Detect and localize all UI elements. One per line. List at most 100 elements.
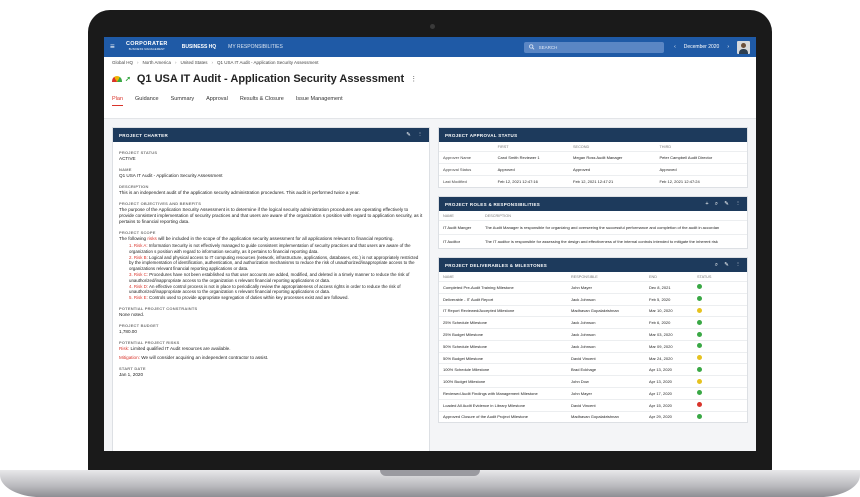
camera-icon bbox=[430, 24, 435, 29]
status-indicator-icon bbox=[697, 378, 702, 384]
table-row[interactable]: IT Report Reviewed/Accepted Milestone Mad… bbox=[439, 304, 747, 317]
tab-bar: Plan Guidance Summary Approval Results &… bbox=[112, 96, 748, 106]
milestone-name: 50% Schedule Milestone bbox=[439, 339, 567, 353]
milestone-name: Approved Closure of the Audit Project Mi… bbox=[439, 410, 567, 423]
potential-risk: Risk: Limited qualified IT Audit resourc… bbox=[119, 345, 231, 351]
logo[interactable]: CORPORATER BUSINESS MANAGEMENT bbox=[126, 41, 168, 52]
table-row[interactable]: 100% Schedule Milestone Brad Eckhage Apr 1… bbox=[439, 363, 747, 376]
edit-icon[interactable]: ✎ bbox=[406, 132, 411, 138]
edit-icon[interactable]: ✎ bbox=[724, 262, 729, 269]
tab-approval[interactable]: Approval bbox=[206, 96, 228, 106]
card-header: PROJECT ROLES & RESPONSIBILITIES + ⌕ ✎ ⋮ bbox=[439, 197, 747, 211]
hamburger-menu-icon[interactable]: ≡ bbox=[110, 43, 118, 51]
risk-list: 1. Risk A: Information Security is not e… bbox=[119, 243, 423, 301]
tab-guidance[interactable]: Guidance bbox=[135, 96, 159, 106]
page-title: Q1 USA IT Audit - Application Security A… bbox=[136, 73, 405, 85]
search-icon bbox=[529, 44, 535, 50]
roles-responsibilities-card: PROJECT ROLES & RESPONSIBILITIES + ⌕ ✎ ⋮ NA… bbox=[438, 196, 748, 249]
end-date: Apr 15, 2020 bbox=[645, 398, 693, 412]
status-indicator-icon bbox=[697, 331, 702, 337]
risk-link[interactable]: Risk C: bbox=[134, 272, 148, 277]
more-options-icon[interactable]: ⋮ bbox=[410, 75, 417, 83]
tab-issue-management[interactable]: Issue Management bbox=[296, 96, 343, 106]
tab-results-closure[interactable]: Results & Closure bbox=[240, 96, 284, 106]
card-header: PROJECT CHARTER ✎ ⋮ bbox=[113, 128, 429, 142]
nav-business-hq[interactable]: BUSINESS HQ bbox=[182, 44, 216, 50]
end-date: Mar 03, 2020 bbox=[645, 328, 693, 341]
project-objectives: The purpose of the Application Security … bbox=[119, 207, 423, 224]
search-icon[interactable]: ⌕ bbox=[715, 201, 718, 208]
project-scope: The following risks will be included in … bbox=[119, 236, 394, 241]
period-label[interactable]: December 2020 bbox=[684, 44, 720, 50]
next-period-button[interactable]: › bbox=[727, 44, 729, 50]
end-date: Feb 5, 2020 bbox=[645, 292, 693, 306]
table-row[interactable]: Deliverable - IT Audit Report Jack Johnso… bbox=[439, 292, 747, 306]
table-row[interactable]: Approved Closure of the Audit Project Mi… bbox=[439, 410, 747, 423]
table-row[interactable]: Loaded All Audit Evidence in Library Mil… bbox=[439, 398, 747, 412]
table-row[interactable]: IT Audit Manger The Audit Manager is resp… bbox=[439, 220, 747, 235]
more-options-icon[interactable]: ⋮ bbox=[417, 132, 423, 138]
breadcrumb-north-america[interactable]: North America bbox=[143, 60, 172, 65]
column-header bbox=[439, 142, 494, 152]
list-item: 2. Risk B: Logical and physical access t… bbox=[129, 254, 419, 272]
trend-up-icon: ➚ bbox=[125, 76, 131, 83]
breadcrumb-global-hq[interactable]: Global HQ bbox=[112, 60, 133, 65]
end-date: Apr 17, 2020 bbox=[645, 387, 693, 400]
tab-plan[interactable]: Plan bbox=[112, 96, 124, 106]
column-header: STATUS bbox=[697, 275, 712, 279]
app-screen: ≡ CORPORATER BUSINESS MANAGEMENT BUSINESS… bbox=[104, 37, 756, 451]
milestone-name: Completed Pre-Audit Training Milestone bbox=[439, 281, 567, 294]
field-label: START DATE bbox=[119, 365, 146, 371]
table-row[interactable]: Reviewed Audit Findings with Management … bbox=[439, 387, 747, 400]
column-header: THIRD bbox=[659, 145, 672, 149]
search-input[interactable] bbox=[538, 44, 660, 50]
risk-link[interactable]: Risk E: bbox=[134, 295, 148, 300]
responsible-person: John Mayer bbox=[567, 281, 645, 294]
gauge-icon bbox=[112, 76, 122, 82]
risk-link[interactable]: Risk D: bbox=[134, 284, 148, 289]
list-item: 1. Risk A: Information Security is not e… bbox=[129, 243, 411, 254]
status-indicator-icon bbox=[697, 355, 702, 361]
card-title: PROJECT CHARTER bbox=[119, 132, 169, 138]
search-icon[interactable]: ⌕ bbox=[715, 262, 718, 269]
end-date: Mar 24, 2020 bbox=[645, 351, 693, 364]
status-indicator-icon bbox=[697, 390, 702, 396]
more-options-icon[interactable]: ⋮ bbox=[735, 262, 741, 269]
project-name: Q1 USA IT Audit - Application Security A… bbox=[119, 173, 223, 178]
column-header: FIRST bbox=[497, 145, 509, 149]
card-title: PROJECT DELIVERABLES & MILESTONES bbox=[445, 262, 548, 268]
user-avatar[interactable] bbox=[737, 40, 750, 54]
edit-icon[interactable]: ✎ bbox=[724, 201, 729, 208]
more-options-icon[interactable]: ⋮ bbox=[735, 201, 741, 208]
end-date: Mar 10, 2020 bbox=[645, 304, 693, 317]
table-row[interactable]: Completed Pre-Audit Training Milestone Jo… bbox=[439, 281, 747, 294]
status-indicator-icon bbox=[697, 296, 702, 302]
table-row[interactable]: IT Auditor The IT auditor is responsible … bbox=[439, 234, 747, 248]
status-indicator-icon bbox=[697, 319, 702, 325]
table-row[interactable]: 50% Budget Milestone David Vincent Mar 24,… bbox=[439, 351, 747, 364]
add-icon[interactable]: + bbox=[705, 201, 709, 208]
tab-summary[interactable]: Summary bbox=[171, 96, 195, 106]
end-date: Apr 29, 2020 bbox=[645, 410, 693, 423]
search-box[interactable] bbox=[524, 41, 665, 53]
list-item: 5. Risk E: Controls used to provide appr… bbox=[129, 295, 349, 301]
column-header: NAME bbox=[443, 275, 454, 279]
table-row: Approval Status Approved Approved Approved bbox=[439, 163, 747, 176]
table-row[interactable]: 100% Budget Milestone John Dow Apr 13, 202… bbox=[439, 375, 747, 388]
field-label: PROJECT OBJECTIVES AND BENEFITS bbox=[119, 201, 202, 206]
column-header: RESPONSIBLE bbox=[571, 275, 598, 279]
responsible-person: Jack Johnson bbox=[567, 328, 645, 341]
breadcrumb-united-states[interactable]: United States bbox=[181, 60, 208, 65]
page-header: Global HQ › North America › United States ›… bbox=[104, 57, 756, 119]
prev-period-button[interactable]: ‹ bbox=[674, 44, 676, 50]
top-bar: ≡ CORPORATER BUSINESS MANAGEMENT BUSINESS… bbox=[104, 37, 756, 57]
end-date: Mar 09, 2020 bbox=[645, 339, 693, 353]
table-row[interactable]: 25% Schedule Milestone Jack Johnson Feb 6,… bbox=[439, 316, 747, 329]
risk-link[interactable]: Risk B: bbox=[134, 255, 148, 260]
table-row[interactable]: 25% Budget Milestone Jack Johnson Mar 03, … bbox=[439, 328, 747, 341]
nav-my-responsibilities[interactable]: MY RESPONSIBILITIES bbox=[228, 44, 283, 50]
risk-link[interactable]: Risk A: bbox=[134, 243, 148, 248]
table-row[interactable]: 50% Schedule Milestone Jack Johnson Mar 09… bbox=[439, 339, 747, 353]
risks-link[interactable]: risks bbox=[147, 236, 156, 241]
responsible-person: Jack Johnson bbox=[567, 339, 645, 353]
